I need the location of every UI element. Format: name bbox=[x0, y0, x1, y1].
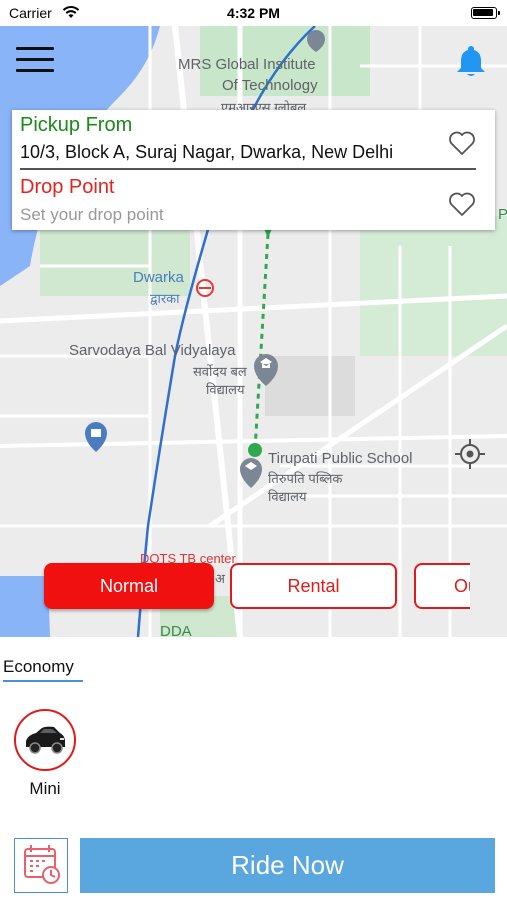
hamburger-icon-line bbox=[16, 69, 54, 72]
map-label-dots-hindi: अ bbox=[215, 571, 225, 586]
status-bar: Carrier 4:32 PM bbox=[0, 0, 507, 26]
map-label-school-2-hindi-2: विद्यालय bbox=[268, 489, 307, 504]
menu-button[interactable] bbox=[16, 47, 54, 75]
category-tab-economy[interactable]: Economy bbox=[3, 657, 74, 677]
crosshair-icon[interactable] bbox=[452, 436, 488, 472]
hamburger-icon bbox=[16, 47, 54, 50]
map-label-institute-2: Of Technology bbox=[222, 77, 318, 94]
drop-label: Drop Point bbox=[20, 176, 115, 198]
tab-normal[interactable]: Normal bbox=[44, 563, 214, 609]
tab-scroll-clip bbox=[470, 561, 507, 613]
map-label-school-2-hindi-1: तिरुपति पब्लिक bbox=[268, 471, 343, 486]
map-label-school-1: Sarvodaya Bal Vidyalaya bbox=[69, 342, 236, 359]
address-card: Pickup From 10/3, Block A, Suraj Nagar, … bbox=[12, 110, 495, 230]
status-time: 4:32 PM bbox=[227, 5, 280, 21]
map-label-dwarka-hindi: द्वारका bbox=[150, 291, 180, 306]
map-label-school-1-hindi-1: सर्वोदय बल bbox=[193, 364, 247, 379]
car-icon bbox=[26, 726, 65, 754]
pickup-address-field[interactable]: 10/3, Block A, Suraj Nagar, Dwarka, New … bbox=[20, 142, 432, 163]
tab-rental[interactable]: Rental bbox=[230, 563, 397, 609]
bell-icon bbox=[457, 46, 485, 76]
schedule-ride-button[interactable] bbox=[14, 838, 68, 893]
drop-point-input[interactable] bbox=[20, 205, 440, 225]
map-label-dda: DDA bbox=[160, 623, 192, 637]
notifications-button[interactable] bbox=[455, 44, 487, 78]
map-label-edge: P bbox=[498, 206, 507, 223]
battery-icon bbox=[471, 7, 500, 19]
ride-now-button[interactable]: Ride Now bbox=[80, 838, 495, 893]
vehicle-option-mini[interactable]: Mini bbox=[12, 709, 78, 799]
map-label-school-2: Tirupati Public School bbox=[268, 450, 413, 467]
calendar-clock-icon bbox=[24, 845, 60, 884]
category-underline bbox=[3, 680, 83, 682]
pickup-label: Pickup From bbox=[20, 114, 133, 136]
favorite-drop-heart-icon[interactable] bbox=[448, 191, 476, 217]
map-label-institute-1: MRS Global Institute bbox=[178, 56, 316, 73]
favorite-pickup-heart-icon[interactable] bbox=[448, 130, 476, 156]
vehicle-circle bbox=[14, 709, 76, 771]
map-label-school-1-hindi-2: विद्यालय bbox=[206, 382, 245, 397]
vehicle-name: Mini bbox=[29, 779, 61, 798]
map-view[interactable]: MRS Global Institute Of Technology एमआरए… bbox=[0, 26, 507, 637]
map-label-dwarka: Dwarka bbox=[133, 269, 184, 286]
card-divider bbox=[20, 168, 476, 170]
hamburger-icon-line bbox=[16, 58, 54, 61]
